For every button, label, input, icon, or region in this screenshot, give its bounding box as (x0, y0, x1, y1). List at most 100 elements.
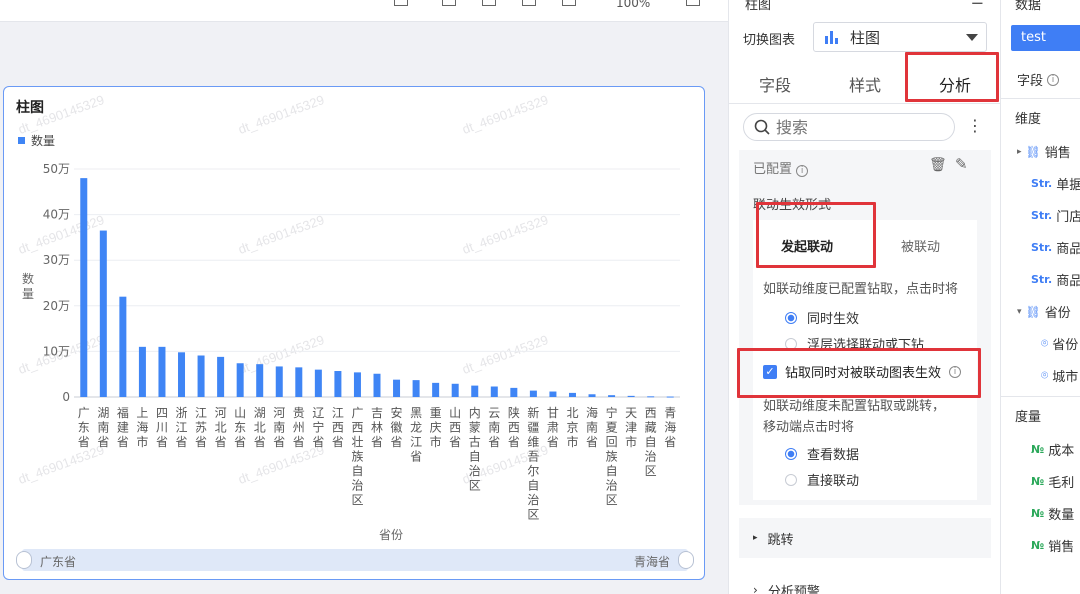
radio-button[interactable] (785, 447, 797, 460)
x-tick-label: 自 (645, 435, 657, 449)
bar-chart[interactable]: 010万20万30万40万50万数量广东省湖南省福建省上海市四川省浙江省江苏省河… (4, 87, 704, 547)
x-tick-label: 海 (136, 420, 148, 435)
dimension-item[interactable]: Str. 单据 (1031, 174, 1080, 193)
dimension-item[interactable]: Str. 商品 (1031, 238, 1080, 257)
bar[interactable] (119, 296, 127, 397)
bar[interactable] (256, 364, 264, 397)
drill-sync-checkbox[interactable]: ✓ 钻取同时对被联动图表生效 i (763, 362, 962, 381)
bar[interactable] (471, 385, 479, 397)
tab-fields[interactable]: 字段 (759, 72, 791, 96)
chart-type-select[interactable]: 柱图 (813, 22, 987, 52)
bar[interactable] (236, 363, 244, 397)
search-icon (754, 119, 770, 135)
x-tick-label: 壮 (351, 435, 363, 449)
radio-label: 查看数据 (807, 448, 860, 463)
bar[interactable] (608, 395, 616, 397)
dimension-item[interactable]: Str. 商品 (1031, 270, 1080, 289)
menu-icon[interactable]: ☰ (971, 0, 984, 8)
bar[interactable] (529, 390, 537, 397)
radio-button[interactable] (785, 473, 797, 486)
search-input[interactable] (776, 117, 936, 137)
bar[interactable] (412, 380, 420, 397)
bar[interactable] (373, 373, 381, 397)
bar[interactable] (353, 372, 361, 397)
edit-icon[interactable]: ✎ (955, 155, 968, 173)
bar[interactable] (295, 367, 303, 397)
bar[interactable] (197, 355, 205, 397)
bar[interactable] (178, 352, 186, 397)
layout-icon[interactable] (482, 0, 496, 6)
measure-item[interactable]: № 销售 (1031, 536, 1074, 555)
measure-item[interactable]: № 毛利 (1031, 472, 1074, 491)
x-tick-label: 江 (410, 435, 422, 449)
zoom-level[interactable]: 100% (616, 0, 650, 10)
bar[interactable] (568, 392, 576, 397)
x-tick-label: 族 (351, 450, 363, 464)
fullscreen-icon[interactable] (686, 0, 700, 6)
info-icon[interactable]: i (949, 365, 962, 378)
bar[interactable] (217, 356, 225, 397)
search-box[interactable] (743, 113, 955, 141)
grid-icon[interactable] (442, 0, 456, 6)
x-tick-label: 黑 (410, 406, 422, 420)
measure-item[interactable]: № 成本 (1031, 440, 1074, 459)
bar[interactable] (451, 383, 459, 397)
subtab-passive[interactable]: 被联动 (901, 236, 940, 255)
preview-icon[interactable] (562, 0, 576, 6)
tab-analysis[interactable]: 分析 (939, 72, 971, 96)
bar[interactable] (334, 371, 342, 397)
radio-view-data[interactable]: 查看数据 (785, 444, 859, 463)
jump-section[interactable]: ▸ 跳转 (739, 518, 991, 558)
dimension-item[interactable]: Str. 门店 (1031, 206, 1080, 225)
x-tick-label: 南 (273, 420, 285, 435)
x-tick-label: 吾 (527, 450, 539, 464)
bar[interactable] (627, 395, 635, 397)
info-icon[interactable]: i (1047, 73, 1060, 86)
bar[interactable] (510, 387, 518, 397)
delete-icon[interactable]: 🗑 (929, 157, 947, 173)
bar[interactable] (138, 346, 146, 397)
x-tick-label: 维 (527, 435, 539, 449)
x-tick-label: 省 (508, 435, 520, 449)
subtab-initiate[interactable]: 发起联动 (781, 236, 833, 255)
bar[interactable] (393, 379, 401, 397)
bar[interactable] (314, 369, 322, 397)
dimension-item[interactable]: ⌾ 省份 (1041, 334, 1078, 353)
bar[interactable] (80, 178, 88, 397)
bar[interactable] (275, 366, 283, 397)
bar[interactable] (666, 396, 674, 398)
bar[interactable] (588, 394, 596, 397)
dataset-selector[interactable]: test (1011, 25, 1080, 51)
copy-icon[interactable] (522, 0, 536, 6)
range-slider[interactable]: 广东省 青海省 (16, 549, 694, 571)
slider-handle-right[interactable] (678, 551, 694, 569)
info-icon[interactable]: i (796, 165, 809, 177)
dimension-item[interactable]: ⌾ 城市 (1041, 366, 1078, 385)
x-tick-label: 龙 (410, 421, 422, 435)
radio-button[interactable] (785, 337, 797, 350)
bar[interactable] (647, 396, 655, 398)
dimension-item[interactable]: ▾ ⛓ 省份 (1017, 302, 1071, 322)
data-title: 数据 (1015, 0, 1042, 13)
tab-style[interactable]: 样式 (849, 72, 881, 96)
bar[interactable] (158, 346, 166, 397)
radio-simultaneous[interactable]: 同时生效 (785, 308, 859, 327)
slider-handle-left[interactable] (16, 551, 32, 569)
chart-card[interactable]: 柱图 数量 dt_4690145329 dt_4690145329 dt_469… (3, 86, 705, 580)
bar[interactable] (99, 230, 107, 397)
fields-text: 字段 (1017, 74, 1044, 89)
radio-button[interactable] (785, 311, 797, 324)
dimension-item[interactable]: ▸ ⛓ 销售 (1017, 142, 1071, 162)
radio-direct-linkage[interactable]: 直接联动 (785, 470, 859, 489)
bar[interactable] (549, 391, 557, 397)
undo-icon[interactable] (394, 0, 408, 6)
x-tick-label: 海 (586, 405, 598, 420)
checkbox-checked[interactable]: ✓ (763, 364, 777, 379)
bar[interactable] (490, 386, 498, 397)
analysis-warning-section[interactable]: › 分析预警 (739, 570, 991, 594)
more-options-icon[interactable]: ⋮ (967, 116, 983, 135)
x-tick-label: 肃 (547, 421, 559, 435)
radio-popup-choice[interactable]: 浮层选择联动或下钻 (785, 334, 924, 353)
measure-item[interactable]: № 数量 (1031, 504, 1074, 523)
bar[interactable] (432, 382, 440, 397)
